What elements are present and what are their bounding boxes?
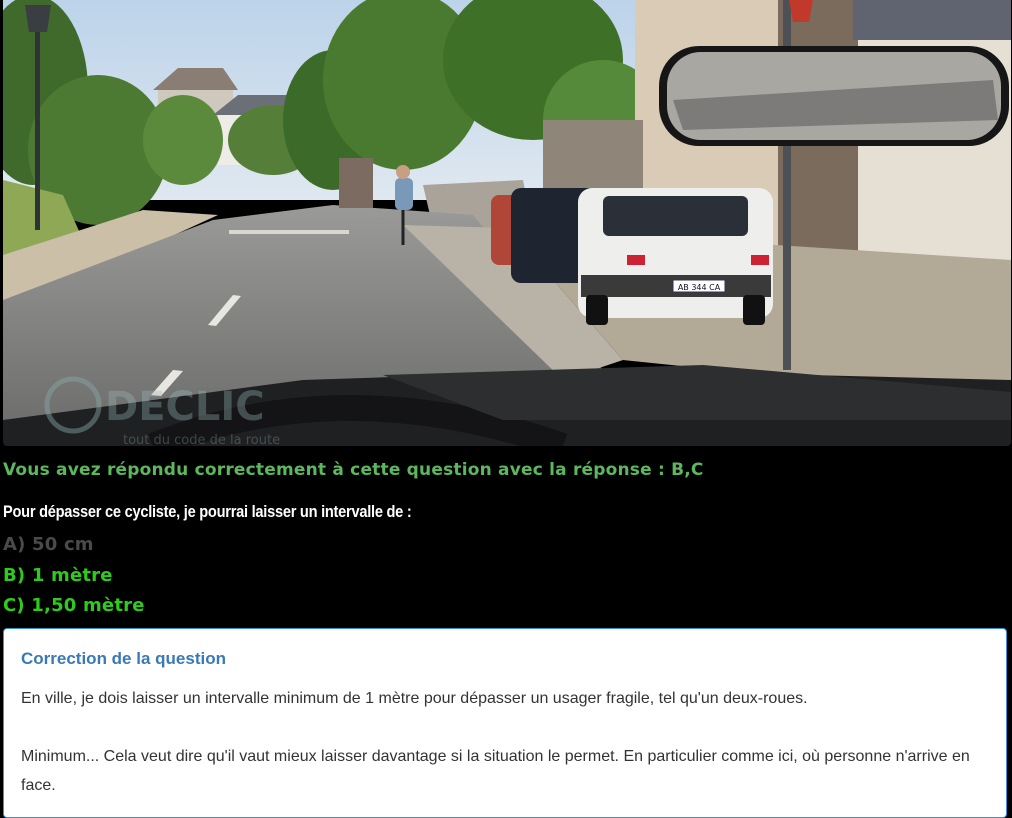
driving-scene-image: AB 344 CA DECLIC tout du code de la rout… [3,0,1011,446]
answer-option-a[interactable]: A) 50 cm [3,534,94,555]
license-plate-text: AB 344 CA [678,283,721,292]
watermark-subtext: tout du code de la route [123,433,280,446]
answer-option-b[interactable]: B) 1 mètre [3,565,113,586]
answer-option-c[interactable]: C) 1,50 mètre [3,595,145,616]
result-message: Vous avez répondu correctement à cette q… [3,460,704,480]
correction-title: Correction de la question [21,649,226,668]
watermark-logo-text: DECLIC [105,384,265,430]
correction-paragraph: Minimum... Cela veut dire qu'il vaut mie… [21,748,970,794]
correction-panel: Correction de la question En ville, je d… [3,628,1007,818]
question-text: Pour dépasser ce cycliste, je pourrai la… [3,502,412,521]
correction-paragraph: En ville, je dois laisser un intervalle … [21,690,808,707]
